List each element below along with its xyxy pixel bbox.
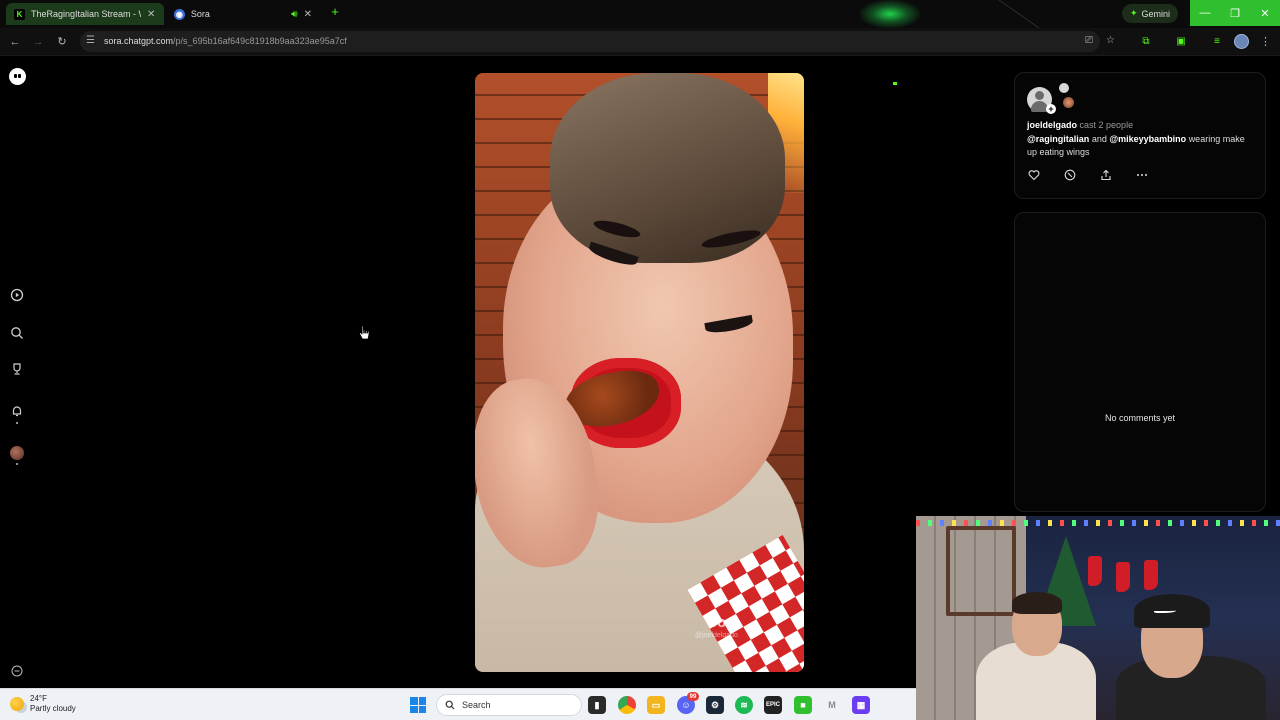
- stocking: [1144, 560, 1158, 590]
- post-details-card: + joeldelgado cast 2 people @ragingitali…: [1014, 72, 1266, 199]
- cast-text: cast 2 people: [1079, 120, 1134, 130]
- remix-icon[interactable]: [1063, 168, 1077, 182]
- close-window-button[interactable]: ✕: [1250, 0, 1280, 26]
- nike-logo-icon: [1154, 608, 1176, 613]
- tab-sora[interactable]: ◉ Sora 🔊︎ ✕: [166, 3, 320, 25]
- comments-panel: No comments yet: [1014, 212, 1266, 512]
- play-feed-icon[interactable]: [8, 286, 26, 304]
- notification-dot: [16, 422, 18, 424]
- partly-cloudy-icon: [10, 697, 24, 711]
- streamer-left-hair: [1012, 592, 1062, 614]
- stocking: [1116, 562, 1130, 592]
- gemini-label: Gemini: [1141, 8, 1171, 19]
- profile-avatar[interactable]: [1234, 34, 1249, 49]
- close-tab-icon[interactable]: ✕: [304, 9, 312, 20]
- windows-start-icon[interactable]: [410, 697, 426, 713]
- author-name[interactable]: joeldelgado: [1027, 120, 1077, 130]
- browser-menu-icon[interactable]: ⋮: [1260, 35, 1271, 48]
- sora-watermark: Sora: [707, 614, 741, 631]
- webcam-window-frame: [946, 526, 1016, 616]
- reload-button[interactable]: ↻: [55, 35, 69, 49]
- notifications-bell-icon[interactable]: [8, 402, 26, 420]
- new-tab-button[interactable]: +: [328, 5, 342, 19]
- windows-taskbar: 24°F Partly cloudy Search ▮ ▭ ☺ 99 ⚙ ≋ E…: [0, 688, 916, 720]
- watermark-handle: @joeldelgado: [695, 632, 738, 639]
- stocking: [1088, 556, 1102, 586]
- file-explorer-icon[interactable]: ▭: [647, 696, 665, 714]
- post-caption: @ragingitalian and @mikeyybambino wearin…: [1027, 133, 1255, 159]
- christmas-lights: [916, 520, 1280, 526]
- search-placeholder: Search: [462, 700, 491, 710]
- discord-badge: 99: [687, 692, 699, 701]
- app-grid-icon[interactable]: ▦: [852, 696, 870, 714]
- kick-app-icon[interactable]: ■: [794, 696, 812, 714]
- temperature: 24°F: [30, 694, 47, 703]
- cameo-avatar-2[interactable]: [1063, 97, 1074, 108]
- search-icon: [445, 700, 455, 710]
- speaker-icon[interactable]: 🔊︎: [291, 9, 297, 20]
- taskbar-search[interactable]: Search: [436, 694, 582, 716]
- avatar-dot: [16, 463, 18, 465]
- chrome-icon[interactable]: [618, 696, 636, 714]
- media-control-icon[interactable]: ≡: [1210, 35, 1224, 49]
- tab-search-icon[interactable]: ▣: [1174, 35, 1188, 49]
- site-info-icon[interactable]: ☰: [86, 35, 95, 46]
- loading-indicator: [893, 82, 897, 85]
- caption-and: and: [1091, 134, 1107, 144]
- address-bar[interactable]: ☰ sora.chatgpt.com/p/s_695b16af649c81918…: [80, 31, 1115, 52]
- tabbar-decoration: [998, 0, 1122, 30]
- close-tab-icon[interactable]: ✕: [147, 9, 155, 20]
- spotify-icon[interactable]: ≋: [735, 696, 753, 714]
- install-app-icon[interactable]: ⎚: [1085, 35, 1093, 46]
- browser-tab-bar: K TheRagingItalian Stream - Watc ✕ ◉ Sor…: [0, 0, 1280, 30]
- bookmark-star-icon[interactable]: ☆: [1106, 35, 1115, 46]
- gemini-icon: ✦: [1130, 8, 1138, 18]
- more-horizontal-icon[interactable]: [1135, 168, 1149, 182]
- forward-button[interactable]: →: [31, 35, 45, 49]
- tab-label: Sora: [190, 9, 210, 19]
- browser-toolbar: ← → ↻ ☰ sora.chatgpt.com/p/s_695b16af649…: [0, 28, 1280, 85]
- restore-button[interactable]: ❐: [1220, 0, 1250, 26]
- webcam-overlay: [916, 516, 1280, 720]
- tab-kick-stream[interactable]: K TheRagingItalian Stream - Watc ✕: [6, 3, 164, 25]
- like-heart-icon[interactable]: [1027, 168, 1041, 182]
- mention-link[interactable]: @ragingitalian: [1027, 134, 1089, 144]
- share-icon[interactable]: [1099, 168, 1113, 182]
- user-avatar[interactable]: [10, 446, 24, 460]
- post-actions: [1027, 168, 1149, 182]
- steam-icon[interactable]: ⚙: [706, 696, 724, 714]
- gemini-button[interactable]: ✦ Gemini: [1122, 4, 1179, 23]
- mention-link[interactable]: @mikeyybambino: [1109, 134, 1186, 144]
- weather-widget[interactable]: 24°F Partly cloudy: [10, 694, 76, 714]
- back-button[interactable]: ←: [8, 35, 22, 49]
- task-view-icon[interactable]: ▮: [588, 696, 606, 714]
- sora-icon: ◉: [174, 8, 185, 20]
- kick-icon: K: [14, 8, 25, 20]
- video-player[interactable]: Sora @joeldelgado: [475, 73, 804, 672]
- sora-logo[interactable]: [9, 68, 26, 85]
- tab-label: TheRagingItalian Stream - Watc: [31, 9, 141, 19]
- minimize-button[interactable]: —: [1190, 0, 1220, 26]
- epic-games-icon[interactable]: EPIC: [764, 696, 782, 714]
- app-m-icon[interactable]: M: [823, 696, 841, 714]
- follow-plus-icon[interactable]: +: [1046, 104, 1056, 114]
- url-text: sora.chatgpt.com/p/s_695b16af649c81918b9…: [104, 36, 347, 46]
- extensions-icon[interactable]: ⧉: [1139, 35, 1153, 49]
- search-icon[interactable]: [8, 324, 26, 342]
- weather-condition: Partly cloudy: [30, 704, 76, 713]
- weather-text: 24°F Partly cloudy: [30, 694, 76, 714]
- tabbar-glow: [860, 0, 920, 28]
- more-options-icon[interactable]: [8, 662, 26, 680]
- no-comments-text: No comments yet: [1104, 413, 1176, 423]
- trophy-icon[interactable]: [8, 360, 26, 378]
- cameo-avatar-1[interactable]: [1059, 83, 1069, 93]
- hand-cursor-icon: [359, 325, 370, 340]
- post-author-line: joeldelgado cast 2 people: [1027, 120, 1133, 130]
